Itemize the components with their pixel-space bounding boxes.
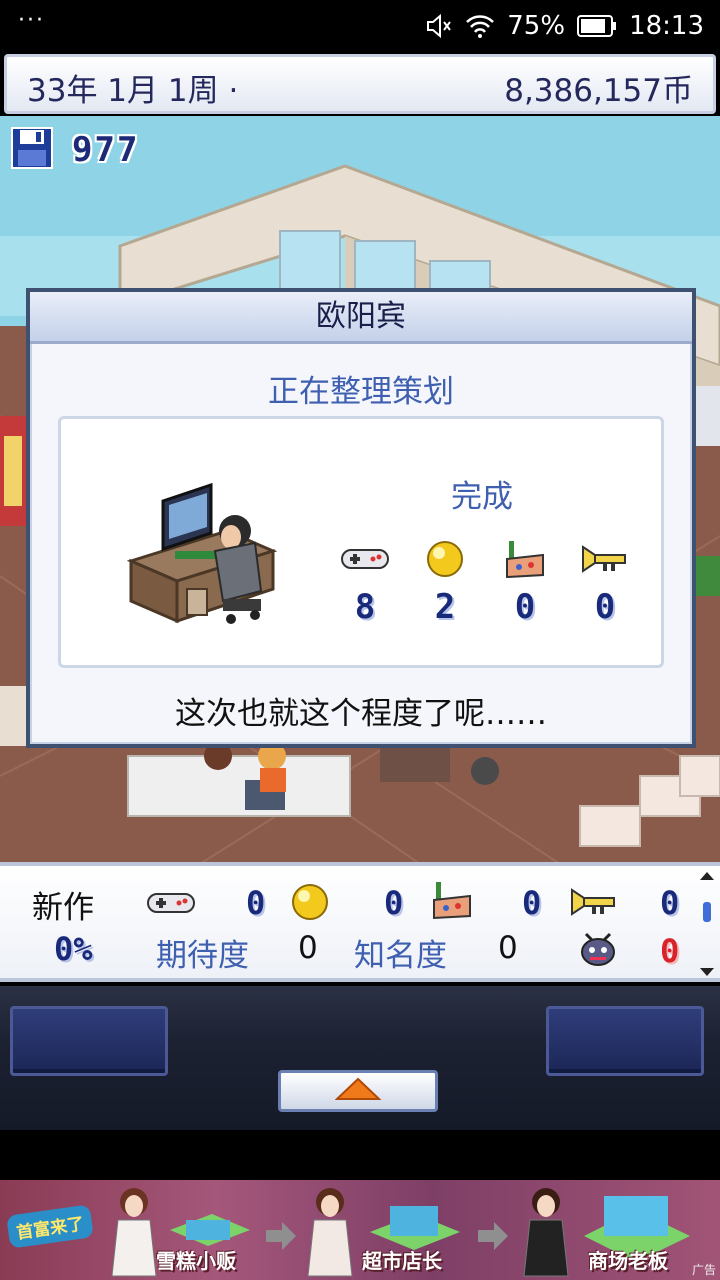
ad-step-3: 商场老板: [588, 1249, 668, 1273]
bug-icon: [578, 930, 618, 972]
new-game-fun: 0: [384, 884, 404, 922]
new-game-progress: 0%: [54, 930, 93, 968]
gold-orb-icon: [415, 537, 475, 581]
right-panel-button[interactable]: [546, 1006, 704, 1076]
sound-value: 0: [594, 587, 616, 627]
game-info-bar[interactable]: 33年 1月 1周 · 8,386,157币: [4, 54, 716, 114]
ad-step-2: 超市店长: [362, 1249, 442, 1273]
bug-count: 0: [660, 932, 680, 970]
staff-at-desk-illustration: [126, 481, 278, 635]
notification-dots: ···: [18, 8, 45, 33]
floppy-disk-icon: [10, 126, 54, 174]
new-game-programming: 0: [246, 884, 266, 922]
paint-palette-icon: [430, 880, 474, 924]
fame-value: 0: [498, 930, 518, 966]
ad-banner[interactable]: 首富来了 雪糕小贩 超市店长 商场老板 广告: [0, 1180, 720, 1280]
result-card: 完成 8 2 0 0: [58, 416, 664, 668]
stat-icons-row: [335, 537, 645, 581]
control-area: [0, 986, 720, 1130]
dialog-title: 欧阳宾: [30, 292, 692, 344]
task-status: 正在整理策划: [268, 374, 454, 410]
wifi-icon: [465, 13, 495, 39]
status-bar: ··· 75% 18:13: [0, 0, 720, 52]
battery-icon: [577, 15, 617, 37]
gold-orb-icon: [290, 882, 330, 926]
clock: 18:13: [629, 11, 704, 41]
new-game-stats-panel[interactable]: 新作 0 0 0 0 0% 期待度 0 知名度 0 0: [0, 862, 720, 982]
expectation-label: 期待度: [156, 938, 249, 974]
save-indicator[interactable]: 977: [10, 126, 139, 174]
open-menu-button[interactable]: [278, 1070, 438, 1112]
fun-value: 2: [434, 587, 456, 627]
ad-label: 广告: [691, 1263, 716, 1277]
expectation-value: 0: [298, 930, 318, 966]
new-game-label: 新作: [32, 890, 94, 926]
battery-percent: 75%: [507, 11, 566, 41]
done-label: 完成: [451, 479, 513, 515]
arrow-up-icon: [334, 1077, 382, 1105]
money-counter: 8,386,157币: [504, 73, 693, 109]
gamepad-icon: [146, 890, 196, 920]
ad-step-1: 雪糕小贩: [156, 1249, 236, 1273]
paint-palette-icon: [495, 537, 555, 581]
new-game-sound: 0: [660, 884, 680, 922]
programming-value: 8: [354, 587, 376, 627]
fame-label: 知名度: [354, 938, 447, 974]
mute-icon: [425, 12, 453, 40]
staff-comment: 这次也就这个程度了呢……: [175, 696, 547, 732]
trumpet-icon: [570, 886, 618, 922]
save-count: 977: [72, 130, 140, 170]
left-panel-button[interactable]: [10, 1006, 168, 1076]
staff-report-dialog[interactable]: 欧阳宾 正在整理策划 完成 8 2 0 0 这次也就这个程度了呢……: [26, 288, 696, 748]
game-date: 33年 1月 1周 ·: [27, 73, 239, 109]
gamepad-icon: [335, 537, 395, 581]
stat-values-row: 8 2 0 0: [335, 587, 645, 631]
stats-scrollbar[interactable]: [700, 872, 714, 976]
graphics-value: 0: [514, 587, 536, 627]
trumpet-icon: [575, 537, 635, 581]
new-game-graphics: 0: [522, 884, 542, 922]
